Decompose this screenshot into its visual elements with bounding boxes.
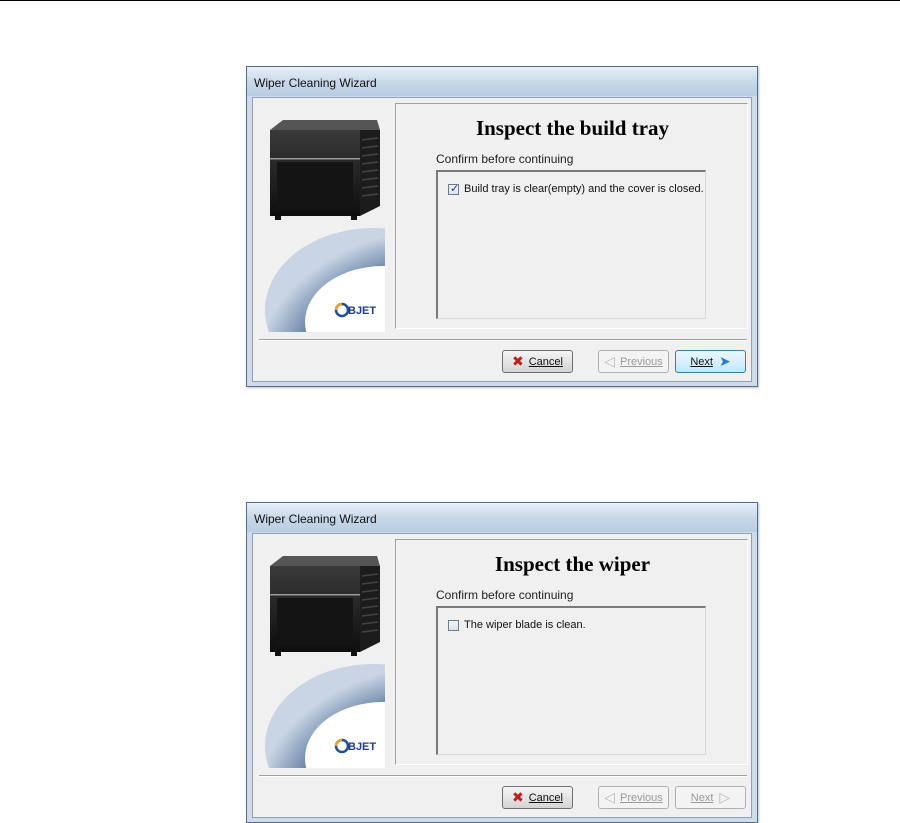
next-button-label: Next xyxy=(690,791,714,804)
dialog-client-area: BJET Inspect the wiper Confirm before co… xyxy=(252,533,752,818)
right-arrow-icon: ▷ xyxy=(719,789,731,806)
dialog-client-area: BJET Inspect the build tray Confirm befo… xyxy=(252,97,752,382)
window-title: Wiper Cleaning Wizard xyxy=(254,76,377,90)
previous-button[interactable]: ◁ Previous xyxy=(598,350,669,373)
checkbox-square[interactable] xyxy=(448,619,459,631)
confirmation-group-box: The wiper blade is clean. xyxy=(436,606,706,755)
confirm-label: Confirm before continuing xyxy=(436,588,574,602)
confirm-label: Confirm before continuing xyxy=(436,152,574,166)
checkbox-square[interactable]: ✓ xyxy=(448,181,460,195)
svg-text:BJET: BJET xyxy=(348,741,376,753)
printer-image xyxy=(270,120,380,220)
right-arrow-icon: ➤ xyxy=(718,353,731,370)
left-arrow-icon: ◁ xyxy=(604,789,615,806)
printer-image xyxy=(270,556,380,656)
red-x-icon: ✖ xyxy=(512,789,524,806)
cancel-button-label: Cancel xyxy=(528,791,563,804)
next-button[interactable]: Next ➤ xyxy=(675,350,746,373)
button-separator xyxy=(259,339,747,341)
cancel-button-label: Cancel xyxy=(528,355,563,368)
previous-button-label: Previous xyxy=(619,791,663,804)
checkbox-label[interactable]: The wiper blade is clean. xyxy=(464,619,586,631)
next-button-label: Next xyxy=(690,355,713,368)
red-x-icon: ✖ xyxy=(512,353,524,370)
title-bar[interactable]: Wiper Cleaning Wizard xyxy=(247,67,757,96)
next-button[interactable]: Next ▷ xyxy=(675,786,746,809)
confirmation-group-box: ✓ Build tray is clear(empty) and the cov… xyxy=(436,170,706,319)
left-arrow-icon: ◁ xyxy=(604,353,615,370)
printer-side-illustration: BJET xyxy=(255,536,385,768)
button-separator xyxy=(259,775,747,777)
previous-button[interactable]: ◁ Previous xyxy=(598,786,669,809)
wiper-clean-checkbox[interactable]: The wiper blade is clean. xyxy=(448,619,586,631)
previous-button-label: Previous xyxy=(619,355,663,368)
title-bar[interactable]: Wiper Cleaning Wizard xyxy=(247,503,757,532)
wizard-window-build-tray: Wiper Cleaning Wizard BJET Inspect the b… xyxy=(246,66,758,387)
cancel-button[interactable]: ✖ Cancel xyxy=(502,786,573,809)
step-content-panel: Inspect the build tray Confirm before co… xyxy=(395,103,748,329)
checkbox-label[interactable]: Build tray is clear(empty) and the cover… xyxy=(464,183,704,195)
step-heading: Inspect the wiper xyxy=(494,552,651,576)
wizard-window-wiper: Wiper Cleaning Wizard BJET Inspect the w… xyxy=(246,502,758,823)
build-tray-checkbox[interactable]: ✓ Build tray is clear(empty) and the cov… xyxy=(448,181,704,195)
window-title: Wiper Cleaning Wizard xyxy=(254,512,377,526)
page-top-rule xyxy=(0,0,900,1)
cancel-button[interactable]: ✖ Cancel xyxy=(502,350,573,373)
svg-text:BJET: BJET xyxy=(348,305,376,317)
checkmark-icon: ✓ xyxy=(450,181,460,195)
step-content-panel: Inspect the wiper Confirm before continu… xyxy=(395,539,748,765)
step-heading: Inspect the build tray xyxy=(475,116,670,140)
printer-side-illustration: BJET xyxy=(255,100,385,332)
